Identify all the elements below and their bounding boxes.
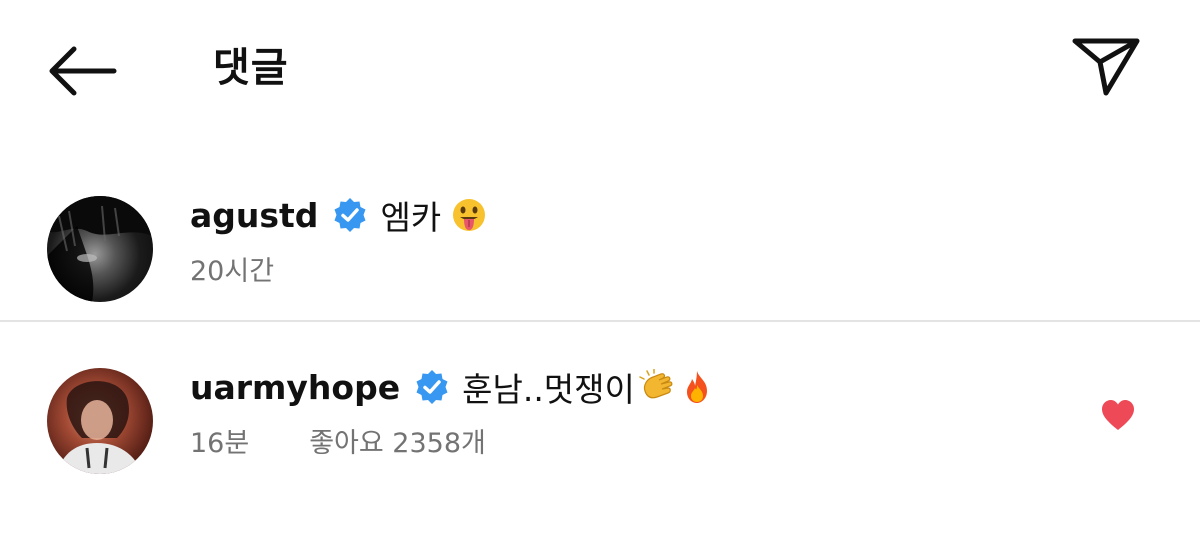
timestamp: 16분 [190,427,250,459]
profile-photo [57,381,142,474]
comment-header: uarmyhope 훈남..멋쟁이 [190,362,715,412]
paper-plane-icon [1072,38,1140,96]
back-button[interactable] [44,44,118,98]
profile-photo [47,196,153,302]
comment-text: 훈남..멋쟁이 [462,370,635,409]
comment-item: uarmyhope 훈남..멋쟁이 16분 좋아요 2358개 [0,362,1200,492]
fire-icon [679,369,715,405]
avatar[interactable] [47,196,153,302]
divider [0,320,1200,322]
comment-header: agustd 엠카 [190,190,487,240]
clapping-hands-icon [639,369,675,405]
timestamp: 20시간 [190,255,275,287]
page-title: 댓글 [213,45,289,91]
verified-badge-icon [414,369,450,405]
arrow-left-icon [49,46,117,96]
likes-count[interactable]: 좋아요 2358개 [309,421,486,460]
comment-meta: 20시간 [190,248,274,288]
comment-text: 엠카 [380,198,442,237]
top-bar: 댓글 [0,0,1200,140]
verified-badge-icon [332,197,368,233]
share-button[interactable] [1070,36,1142,98]
username[interactable]: uarmyhope [190,368,400,407]
username[interactable]: agustd [190,196,318,235]
avatar[interactable] [47,368,153,474]
comment-item: agustd 엠카 20시간 [0,190,1200,320]
comment-meta: 16분 좋아요 2358개 [190,420,486,460]
heart-filled-icon [1102,400,1134,430]
face-with-tongue-icon [451,197,487,233]
like-button[interactable] [1100,398,1136,432]
